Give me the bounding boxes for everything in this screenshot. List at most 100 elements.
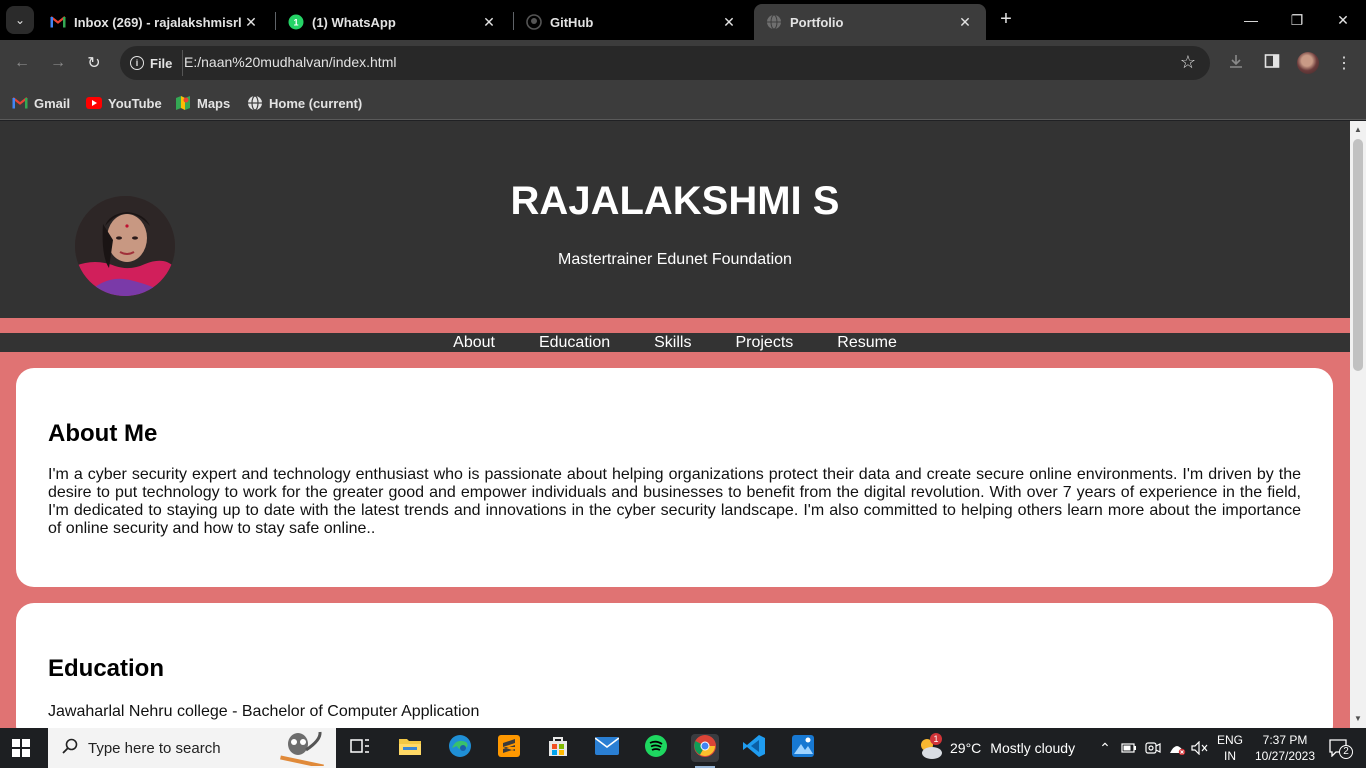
network-icon[interactable] bbox=[1167, 728, 1187, 768]
bookmark-label: Maps bbox=[197, 95, 231, 111]
task-view-icon bbox=[350, 737, 370, 760]
reload-button[interactable]: ↻ bbox=[82, 51, 106, 75]
side-panel-button[interactable] bbox=[1260, 51, 1284, 75]
url-text[interactable]: E:/naan%20mudhalvan/index.html bbox=[184, 54, 396, 70]
taskbar-search[interactable]: Type here to search bbox=[48, 728, 336, 768]
globe-icon bbox=[766, 14, 782, 30]
chrome-icon bbox=[693, 734, 717, 763]
watermark-subtitle: Go to Settings to activate Windows. bbox=[1073, 676, 1324, 692]
taskbar-edge[interactable] bbox=[446, 734, 474, 762]
close-icon: ✕ bbox=[1337, 11, 1349, 28]
edge-icon bbox=[448, 734, 472, 763]
nav-link-education[interactable]: Education bbox=[539, 333, 610, 352]
tab-title: GitHub bbox=[550, 14, 594, 30]
taskbar-file-explorer[interactable] bbox=[396, 734, 424, 762]
language-indicator[interactable]: ENG IN bbox=[1214, 732, 1246, 764]
battery-icon[interactable] bbox=[1120, 728, 1138, 768]
restore-button[interactable]: ❐ bbox=[1274, 0, 1320, 40]
notification-center-button[interactable]: 2 bbox=[1324, 728, 1354, 768]
bookmark-gmail[interactable]: Gmail bbox=[12, 93, 70, 113]
browser-toolbar: ← → ↻ i File E:/naan%20mudhalvan/index.h… bbox=[0, 40, 1366, 86]
tab-whatsapp[interactable]: 1 (1) WhatsApp ✕ bbox=[276, 4, 510, 40]
taskbar-chrome[interactable] bbox=[691, 734, 719, 768]
close-icon[interactable]: ✕ bbox=[956, 14, 974, 31]
bookmark-youtube[interactable]: YouTube bbox=[86, 93, 162, 113]
new-tab-button[interactable]: + bbox=[994, 8, 1018, 32]
tab-search-button[interactable]: ⌄ bbox=[6, 6, 34, 34]
region-code: IN bbox=[1224, 749, 1236, 763]
site-info-chip[interactable]: i File bbox=[126, 50, 184, 76]
search-placeholder: Type here to search bbox=[88, 739, 221, 757]
nav-link-projects[interactable]: Projects bbox=[735, 333, 793, 352]
taskbar-vscode[interactable] bbox=[740, 734, 768, 762]
nav-link-resume[interactable]: Resume bbox=[837, 333, 897, 352]
scrollbar-thumb[interactable] bbox=[1353, 139, 1363, 371]
scroll-down-icon[interactable]: ▼ bbox=[1353, 714, 1363, 723]
download-icon bbox=[1228, 53, 1244, 74]
bookmark-label: Home (current) bbox=[269, 95, 363, 111]
mail-icon bbox=[594, 736, 620, 760]
bookmark-label: Gmail bbox=[34, 95, 71, 111]
nav-link-skills[interactable]: Skills bbox=[654, 333, 691, 352]
globe-icon bbox=[247, 95, 263, 111]
more-vertical-icon: ⋮ bbox=[1336, 55, 1352, 72]
tab-github[interactable]: GitHub ✕ bbox=[514, 4, 750, 40]
youtube-icon bbox=[86, 95, 102, 111]
sublime-text-icon bbox=[498, 734, 520, 762]
taskbar-photos[interactable] bbox=[789, 734, 817, 762]
download-button[interactable] bbox=[1224, 51, 1248, 75]
maps-icon bbox=[175, 95, 191, 111]
education-item: Jawaharlal Nehru college - Bachelor of C… bbox=[48, 703, 480, 720]
search-highlight-icon bbox=[276, 730, 326, 768]
close-icon[interactable]: ✕ bbox=[480, 14, 498, 31]
address-bar[interactable]: i File E:/naan%20mudhalvan/index.html ☆ bbox=[120, 46, 1210, 80]
page-header: RAJALAKSHMI S Mastertrainer Edunet Found… bbox=[0, 121, 1350, 318]
taskbar-store[interactable] bbox=[544, 734, 572, 762]
vscode-icon bbox=[742, 734, 766, 763]
page-title: RAJALAKSHMI S bbox=[510, 179, 840, 223]
minimize-icon: — bbox=[1244, 12, 1258, 28]
forward-button[interactable]: → bbox=[46, 51, 70, 75]
close-icon[interactable]: ✕ bbox=[720, 14, 738, 31]
gmail-icon bbox=[12, 95, 28, 111]
volume-muted-icon[interactable] bbox=[1191, 728, 1209, 768]
reload-icon: ↻ bbox=[87, 55, 101, 72]
taskbar-sublime[interactable] bbox=[495, 734, 523, 762]
arrow-right-icon: → bbox=[50, 54, 66, 71]
weather-widget[interactable]: 1 29°C Mostly cloudy bbox=[916, 728, 1075, 768]
close-icon[interactable]: ✕ bbox=[242, 14, 260, 31]
page-viewport: RAJALAKSHMI S Mastertrainer Edunet Found… bbox=[0, 121, 1350, 728]
clock[interactable]: 7:37 PM 10/27/2023 bbox=[1250, 732, 1320, 764]
profile-avatar[interactable] bbox=[1297, 52, 1319, 74]
bookmark-maps[interactable]: Maps bbox=[175, 93, 230, 113]
weather-description: Mostly cloudy bbox=[990, 740, 1076, 756]
taskbar: Type here to search 1 29°C Mostly cloudy… bbox=[0, 728, 1366, 768]
camera-icon[interactable] bbox=[1144, 728, 1162, 768]
weather-temperature: 29°C bbox=[950, 740, 982, 756]
show-hidden-icons-button[interactable]: ⌃ bbox=[1097, 728, 1113, 768]
task-view-button[interactable] bbox=[346, 734, 374, 762]
tab-gmail[interactable]: Inbox (269) - rajalakshmisrl018 ✕ bbox=[38, 4, 272, 40]
svg-text:1: 1 bbox=[293, 18, 298, 28]
taskbar-spotify[interactable] bbox=[642, 734, 670, 762]
spotify-icon bbox=[644, 734, 668, 763]
scroll-up-icon[interactable]: ▲ bbox=[1353, 125, 1363, 134]
minimize-button[interactable]: — bbox=[1228, 0, 1274, 40]
bookmarks-bar: Gmail YouTube Maps Home (current) bbox=[0, 86, 1366, 120]
bookmark-home[interactable]: Home (current) bbox=[247, 93, 362, 113]
taskbar-mail[interactable] bbox=[593, 734, 621, 762]
restore-icon: ❐ bbox=[1290, 11, 1304, 28]
site-info-label: File bbox=[150, 55, 173, 71]
language-code: ENG bbox=[1216, 733, 1243, 747]
nav-link-about[interactable]: About bbox=[453, 333, 495, 352]
tab-title: (1) WhatsApp bbox=[312, 14, 396, 30]
activate-windows-watermark: Activate Windows Go to Settings to activ… bbox=[1073, 651, 1324, 692]
back-button[interactable]: ← bbox=[10, 51, 34, 75]
bookmark-star-icon[interactable]: ☆ bbox=[1180, 52, 1196, 73]
menu-button[interactable]: ⋮ bbox=[1332, 51, 1356, 75]
windows-start-button[interactable] bbox=[12, 739, 30, 757]
close-window-button[interactable]: ✕ bbox=[1320, 0, 1366, 40]
tab-portfolio[interactable]: Portfolio ✕ bbox=[754, 4, 986, 40]
page-scrollbar[interactable]: ▲ ▼ bbox=[1350, 121, 1366, 728]
plus-icon: + bbox=[1000, 8, 1012, 30]
